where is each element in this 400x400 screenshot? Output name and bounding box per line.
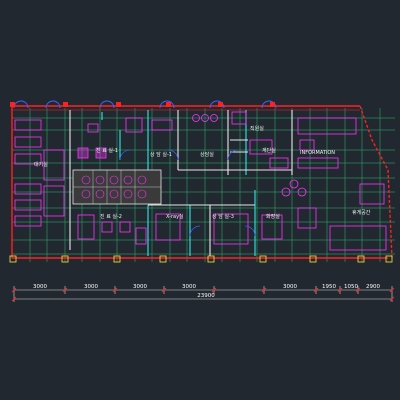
label-information: INFORMATION [300,150,335,156]
label-waiting: 대기실 [34,161,48,168]
dim-segment-6: 1950 [322,284,336,290]
label-consult-1: 상 담 실-1 [150,151,172,158]
cad-floor-plan: 진 료 실-1 대기실 상 담 실-1 상담실 직원실 계단실 INFORMAT… [9,100,395,302]
top-window-bays [10,100,277,109]
label-consult-3: 상 담 실-3 [212,213,234,220]
label-lounge: 휴게공간 [352,209,371,216]
label-treatment-1: 진 료 실-1 [96,147,118,154]
bottom-columns [9,255,393,263]
furniture [14,111,387,251]
label-consult-2: 상담실 [200,151,214,158]
dim-segment-5: 3000 [283,284,297,290]
dim-segment-3: 3000 [133,284,147,290]
dimension-labels: 3000 3000 3000 3000 3000 1950 1050 2900 … [33,284,380,299]
label-xray: X-ray실 [166,213,184,220]
dim-segment-2: 3000 [84,284,98,290]
dim-segment-8: 2900 [366,284,380,290]
dim-segment-4: 3000 [182,284,196,290]
stair-block [72,169,162,205]
label-staff: 직원실 [250,125,264,132]
label-stairs: 계단실 [262,147,276,154]
label-toilet: 화장실 [266,213,280,220]
dim-segment-1: 3000 [33,284,47,290]
label-treatment-2: 진 료 실-2 [100,213,122,220]
dim-segment-7: 1050 [344,284,358,290]
exterior-walls [11,105,393,259]
dim-total: 23900 [197,293,215,299]
